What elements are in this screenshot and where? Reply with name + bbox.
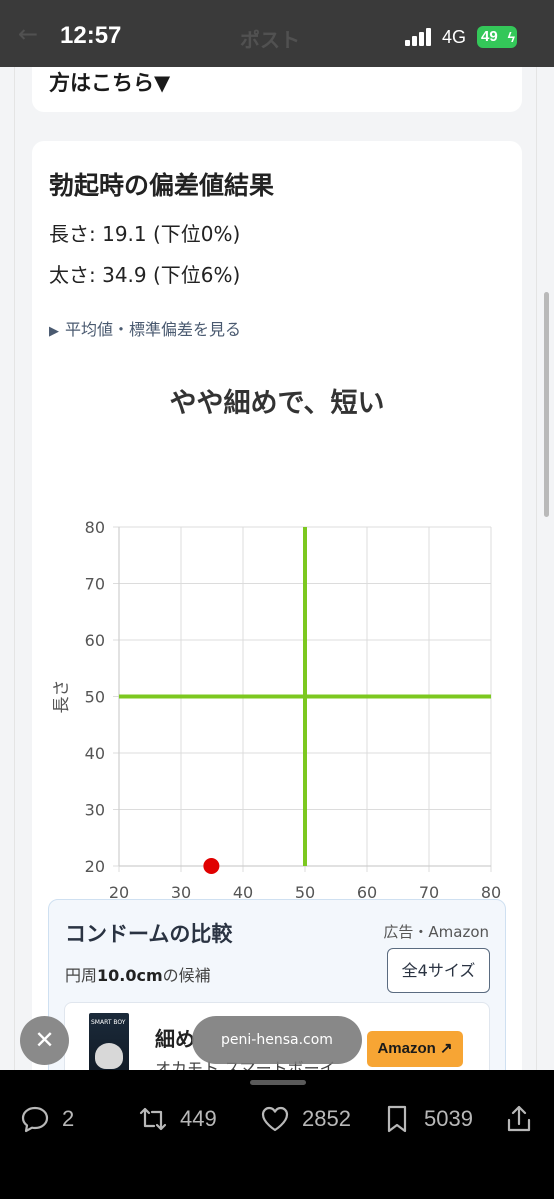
close-button[interactable]: ✕	[20, 1016, 69, 1065]
network-label: 4G	[442, 27, 467, 47]
back-arrow-icon[interactable]: ←	[18, 20, 38, 48]
product-name: 細め	[155, 1027, 195, 1051]
battery-icon: 49 ϟ	[477, 26, 517, 48]
data-points	[203, 858, 220, 874]
battery-level: 49	[481, 28, 498, 45]
share-icon	[507, 1105, 531, 1132]
y-tick-label: 40	[85, 744, 105, 763]
result-card: 勃起時の偏差値結果 長さ: 19.1 (下位0%) 太さ: 34.9 (下位6%…	[32, 141, 522, 1070]
url-pill[interactable]: peni-hensa.com	[192, 1016, 362, 1064]
heart-icon	[261, 1106, 289, 1132]
circumference-line: 円周10.0cmの候補	[65, 962, 211, 986]
disclosure-triangle-icon: ▶	[49, 324, 59, 339]
share-button[interactable]	[504, 1104, 546, 1134]
product-package-text: SMART BOY	[91, 1019, 126, 1026]
status-time: 12:57	[60, 22, 122, 49]
thickness-result: 太さ: 34.9 (下位6%)	[49, 263, 241, 287]
average-stddev-label: 平均値・標準偏差を見る	[65, 320, 242, 339]
bookmark-button[interactable]: 5039	[382, 1104, 473, 1134]
y-tick-labels: 80 70 60 50 40 30 20	[85, 518, 105, 876]
ad-label: 広告・Amazon	[383, 923, 489, 941]
bookmark-icon	[387, 1105, 407, 1133]
all-sizes-button[interactable]: 全4サイズ	[387, 948, 490, 993]
average-stddev-toggle[interactable]: ▶ 平均値・標準偏差を見る	[49, 316, 241, 340]
eagle-logo-icon	[95, 1043, 123, 1069]
signal-icon	[405, 28, 431, 46]
reply-count: 2	[62, 1106, 75, 1131]
action-bar: 2 449 2852 5039	[0, 1070, 554, 1199]
chart-grid	[113, 526, 492, 872]
behind-title: ポスト	[240, 28, 300, 52]
scrollbar[interactable]	[544, 292, 549, 517]
circumference-prefix: 円周	[65, 966, 98, 985]
y-tick-label: 70	[85, 575, 105, 594]
reply-icon	[21, 1106, 49, 1133]
y-tick-label: 60	[85, 631, 105, 650]
y-tick-label: 50	[85, 688, 105, 707]
data-point	[203, 858, 220, 874]
like-button[interactable]: 2852	[260, 1104, 351, 1134]
reply-button[interactable]: 2	[20, 1104, 74, 1134]
y-axis-label: 長さ	[52, 680, 72, 714]
page-rail-left	[14, 67, 15, 1070]
repost-button[interactable]: 449	[138, 1104, 217, 1134]
result-title: 勃起時の偏差値結果	[49, 171, 275, 200]
page-rail-right	[536, 67, 537, 1070]
status-bar: ← ポスト 12:57 4G 49 ϟ	[0, 0, 554, 67]
length-result: 長さ: 19.1 (下位0%)	[49, 222, 241, 246]
repost-icon	[139, 1107, 167, 1131]
chart-title: やや細めで、短い	[169, 388, 385, 419]
product-image: SMART BOY	[89, 1013, 129, 1070]
bookmark-count: 5039	[424, 1106, 473, 1131]
y-tick-label: 20	[85, 857, 105, 876]
y-tick-label: 80	[85, 518, 105, 537]
sheet-grabber[interactable]	[250, 1080, 306, 1085]
charging-bolt-icon: ϟ	[507, 29, 515, 45]
webview[interactable]: 方はこちら▼ 勃起時の偏差値結果 長さ: 19.1 (下位0%) 太さ: 34.…	[0, 67, 554, 1070]
top-card-text: 方はこちら▼	[49, 71, 171, 95]
top-card: 方はこちら▼	[32, 67, 522, 112]
circumference-value: 10.0cm	[97, 966, 163, 985]
like-count: 2852	[302, 1106, 351, 1131]
y-tick-label: 30	[85, 801, 105, 820]
circumference-suffix: の候補	[162, 966, 211, 985]
amazon-button[interactable]: Amazon ↗	[367, 1031, 463, 1067]
comparison-title: コンドームの比較	[65, 922, 233, 946]
repost-count: 449	[180, 1106, 217, 1131]
reference-lines	[119, 527, 491, 866]
